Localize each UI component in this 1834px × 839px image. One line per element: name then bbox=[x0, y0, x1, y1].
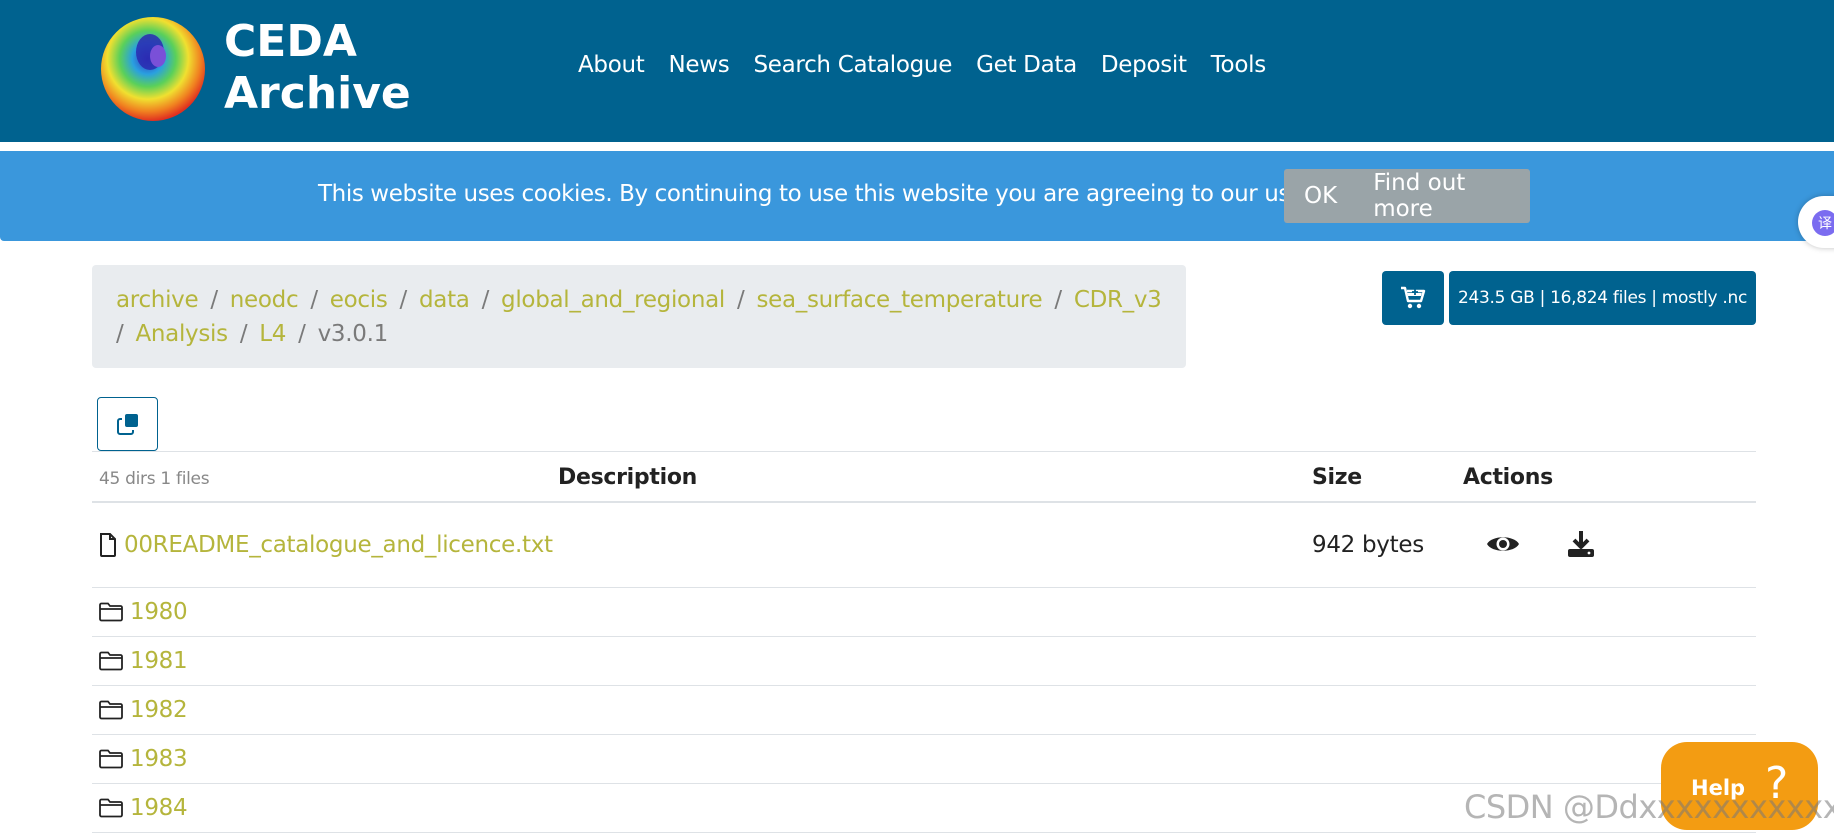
nav-get-data[interactable]: Get Data bbox=[976, 52, 1077, 78]
view-eye-icon[interactable] bbox=[1486, 531, 1520, 557]
breadcrumb-separator: / bbox=[481, 287, 490, 313]
nav-deposit[interactable]: Deposit bbox=[1101, 52, 1187, 78]
add-to-cart-button[interactable] bbox=[1382, 271, 1444, 325]
folder-icon bbox=[99, 602, 123, 622]
download-icon[interactable] bbox=[1566, 529, 1596, 559]
breadcrumb-data[interactable]: data bbox=[419, 287, 470, 313]
breadcrumb-neodc[interactable]: neodc bbox=[230, 287, 299, 313]
table-row: 1982 bbox=[92, 686, 1756, 735]
breadcrumb-l4[interactable]: L4 bbox=[259, 321, 286, 347]
dataset-info-badge[interactable]: 243.5 GB | 16,824 files | mostly .nc bbox=[1449, 271, 1756, 325]
breadcrumb-separator: / bbox=[310, 287, 318, 313]
cart-icon bbox=[1401, 286, 1426, 309]
folder-link[interactable]: 1982 bbox=[130, 697, 188, 723]
folder-link[interactable]: 1983 bbox=[130, 746, 188, 772]
cookie-banner: This website uses cookies. By continuing… bbox=[0, 151, 1834, 241]
nav-about[interactable]: About bbox=[578, 52, 645, 78]
file-icon bbox=[100, 533, 116, 557]
file-link[interactable]: 00README_catalogue_and_licence.txt bbox=[124, 532, 553, 558]
table-row: 1983 bbox=[92, 735, 1756, 784]
globe-logo-icon[interactable] bbox=[100, 16, 206, 122]
logo-line-2: Archive bbox=[224, 68, 411, 119]
cookie-find-out-more-button[interactable]: Find out more bbox=[1373, 170, 1530, 222]
header-actions: Actions bbox=[1463, 465, 1553, 490]
table-row: 1980 bbox=[92, 588, 1756, 637]
header-description: Description bbox=[558, 465, 697, 490]
folder-icon bbox=[99, 651, 123, 671]
logo-text[interactable]: CEDA Archive bbox=[224, 16, 411, 120]
breadcrumb-separator: / bbox=[210, 287, 218, 313]
breadcrumb-eocis[interactable]: eocis bbox=[330, 287, 388, 313]
folder-icon bbox=[99, 749, 123, 769]
nav-search-catalogue[interactable]: Search Catalogue bbox=[753, 52, 952, 78]
translate-icon: 译 bbox=[1812, 210, 1834, 236]
breadcrumb-separator: / bbox=[399, 287, 408, 313]
copy-path-button[interactable] bbox=[97, 397, 158, 451]
cookie-ok-button[interactable]: OK bbox=[1284, 183, 1373, 209]
breadcrumb-separator: / bbox=[737, 287, 745, 313]
file-size: 942 bytes bbox=[1312, 532, 1424, 558]
table-header: 45 dirs 1 files Description Size Actions bbox=[92, 451, 1756, 503]
watermark: CSDN @Ddxxxxxxxxxxxx bbox=[1464, 788, 1834, 826]
folder-link[interactable]: 1981 bbox=[130, 648, 188, 674]
folder-link[interactable]: 1980 bbox=[130, 599, 188, 625]
nav-tools[interactable]: Tools bbox=[1211, 52, 1266, 78]
item-count: 45 dirs 1 files bbox=[99, 469, 210, 489]
cookie-buttons: OK Find out more bbox=[1284, 169, 1530, 223]
breadcrumb-analysis[interactable]: Analysis bbox=[135, 321, 228, 347]
folder-icon bbox=[99, 700, 123, 720]
breadcrumb-global-and-regional[interactable]: global_and_regional bbox=[501, 287, 725, 313]
table-row: 1981 bbox=[92, 637, 1756, 686]
breadcrumb-cdr-v3[interactable]: CDR_v3 bbox=[1074, 287, 1162, 313]
folder-link[interactable]: 1984 bbox=[130, 795, 188, 821]
table-row: 00README_catalogue_and_licence.txt 942 b… bbox=[92, 503, 1756, 588]
breadcrumb-archive[interactable]: archive bbox=[116, 287, 199, 313]
breadcrumb-current: v3.0.1 bbox=[317, 321, 389, 347]
breadcrumb-sea-surface-temperature[interactable]: sea_surface_temperature bbox=[756, 287, 1042, 313]
site-header: CEDA Archive About News Search Catalogue… bbox=[0, 0, 1834, 142]
breadcrumb: archive / neodc / eocis / data / global_and_regi… bbox=[92, 265, 1186, 368]
logo-line-1: CEDA bbox=[224, 16, 357, 67]
nav-news[interactable]: News bbox=[669, 52, 730, 78]
cookie-text: This website uses cookies. By continuing… bbox=[318, 181, 1430, 207]
folder-icon bbox=[99, 798, 123, 818]
breadcrumb-separator: / bbox=[1054, 287, 1062, 313]
breadcrumb-separator: / bbox=[298, 321, 306, 347]
breadcrumb-separator: / bbox=[116, 321, 124, 347]
header-size: Size bbox=[1312, 465, 1362, 490]
file-table: 45 dirs 1 files Description Size Actions… bbox=[92, 451, 1756, 833]
main-nav: About News Search Catalogue Get Data Dep… bbox=[578, 52, 1266, 78]
copy-icon bbox=[116, 414, 138, 435]
breadcrumb-separator: / bbox=[239, 321, 248, 347]
